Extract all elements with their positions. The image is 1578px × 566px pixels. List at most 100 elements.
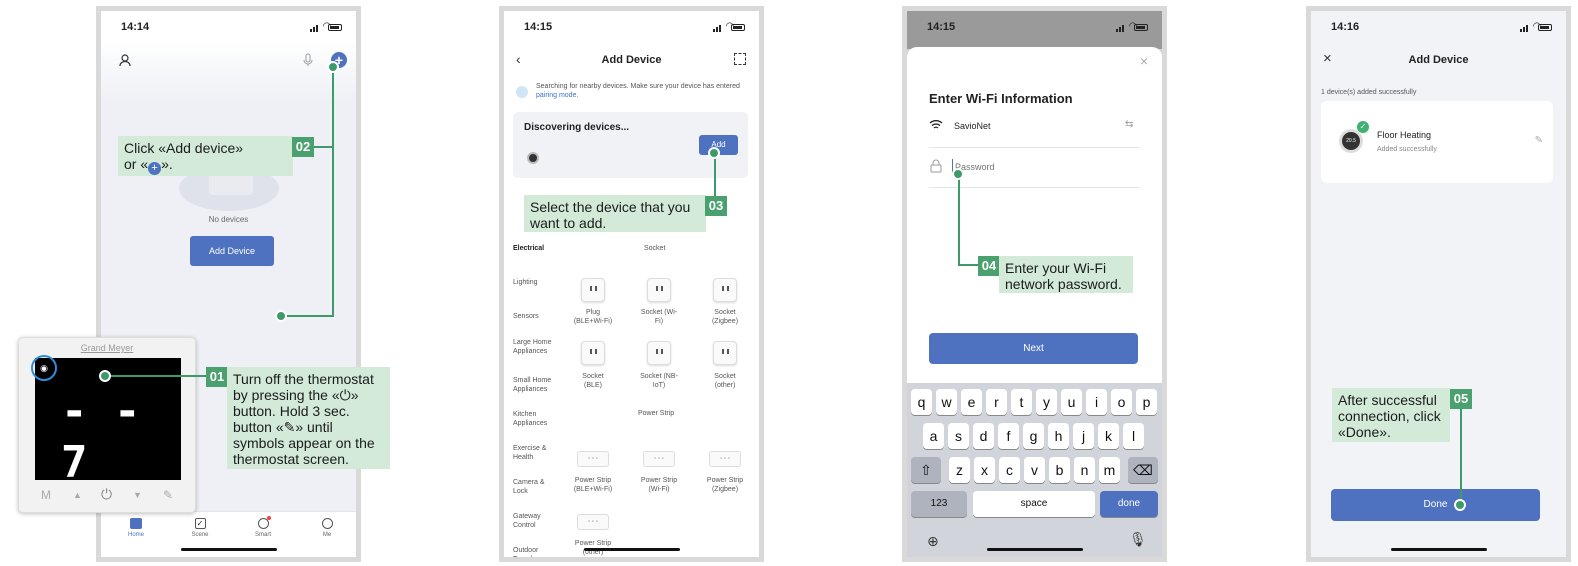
key-n[interactable]: n [1074,457,1095,483]
next-button[interactable]: Next [929,333,1138,364]
key-p[interactable]: p [1136,389,1157,415]
key-k[interactable]: k [1098,423,1119,449]
close-icon[interactable]: × [1140,53,1148,69]
microphone-icon[interactable] [303,53,313,67]
socket-header: Socket [644,245,666,252]
mode-button[interactable]: M [41,488,51,502]
numbers-key[interactable]: 123 [911,491,967,517]
key-q[interactable]: q [911,389,932,415]
key-v[interactable]: v [1024,457,1045,483]
tab-me[interactable]: Me [312,518,342,538]
guide-line [1460,408,1462,506]
tab-scene[interactable]: ✓ Scene [185,518,215,538]
status-time: 14:15 [524,21,553,33]
category-camera[interactable]: Camera & Lock [513,478,555,496]
key-t[interactable]: t [1011,389,1032,415]
edit-button[interactable]: ✎ [163,488,173,502]
key-y[interactable]: y [1036,389,1057,415]
guide-dot [1454,499,1466,511]
device-label: Power Strip (Zigbee) [706,477,744,493]
socket-icon[interactable] [713,341,737,365]
power-strip-icon[interactable]: ▫ ▫ ▫ [577,451,609,467]
key-x[interactable]: x [974,457,995,483]
socket-icon[interactable] [713,278,737,302]
shift-key[interactable]: ⇧ [911,457,941,483]
key-j[interactable]: j [1073,423,1094,449]
socket-icon[interactable] [647,278,671,302]
done-button[interactable]: Done [1331,489,1540,521]
guide-line [282,315,334,317]
key-z[interactable]: z [949,457,970,483]
up-button[interactable]: ▲ [73,490,82,500]
key-b[interactable]: b [1049,457,1070,483]
key-c[interactable]: c [999,457,1020,483]
guide-line [332,67,334,317]
category-lighting[interactable]: Lighting [513,278,538,287]
key-f[interactable]: f [998,423,1019,449]
category-small-home[interactable]: Small Home Appliances [513,376,563,394]
category-sensors[interactable]: Sensors [513,312,539,321]
wifi-indicator-icon: ◉ [31,355,57,381]
power-strip-icon[interactable]: ▫ ▫ ▫ [709,451,741,467]
found-device-icon[interactable] [527,152,539,164]
power-strip-header: Power Strip [638,410,675,417]
category-electrical[interactable]: Electrical [513,244,544,253]
device-label: Socket (Wi-Fi) [640,309,678,325]
power-strip-icon[interactable]: ▫ ▫ ▫ [577,514,609,530]
success-check-icon: ✓ [1357,121,1369,133]
profile-icon[interactable] [118,53,132,67]
password-input[interactable] [952,159,1132,175]
backspace-key[interactable]: ⌫ [1128,457,1158,483]
status-icons: ◠ [310,22,342,32]
status-icons: ◠ [1520,22,1552,32]
globe-icon[interactable]: ⊕ [927,533,939,550]
key-i[interactable]: i [1086,389,1107,415]
home-indicator [1390,548,1487,551]
home-icon [130,518,142,529]
scan-icon[interactable] [734,53,746,65]
plug-icon[interactable] [581,278,605,302]
guide-line [314,146,334,148]
switch-network-icon[interactable]: ⇆ [1125,119,1133,130]
category-large-home[interactable]: Large Home Appliances [513,338,558,356]
category-exercise[interactable]: Exercise & Health [513,444,555,462]
socket-icon[interactable] [581,341,605,365]
key-d[interactable]: d [973,423,994,449]
phone-screen-discover: 14:15 ◠ ‹ Add Device Searching for nearb… [499,6,764,562]
add-device-button[interactable]: Add Device [190,236,274,266]
tab-smart[interactable]: Smart [248,516,278,538]
down-button[interactable]: ▼ [133,490,142,500]
key-l[interactable]: l [1123,423,1144,449]
thermostat-device: Grand Meyer - - 7 ◉ M ▲ ⏻ ▼ ✎ [18,337,196,513]
key-r[interactable]: r [986,389,1007,415]
key-h[interactable]: h [1048,423,1069,449]
category-kitchen[interactable]: Kitchen Appliances [513,410,555,428]
thermostat-thumb-icon: 20.5 [1339,129,1363,153]
dictation-microphone-icon[interactable]: 🎙 [1129,531,1147,548]
category-gateway[interactable]: Gateway Control [513,512,555,530]
keyboard: q w e r t y u i o p a s d f g h j k l ⇧ z x c v b n m ⌫ 123 space done… [907,383,1162,557]
power-button[interactable]: ⏻ [101,486,112,503]
key-o[interactable]: o [1111,389,1132,415]
socket-icon[interactable] [647,341,671,365]
key-w[interactable]: w [936,389,957,415]
edit-icon[interactable]: ✎ [1535,135,1543,146]
key-s[interactable]: s [948,423,969,449]
tab-home[interactable]: Home [121,518,151,538]
key-a[interactable]: a [923,423,944,449]
space-key[interactable]: space [973,491,1095,517]
done-key[interactable]: done [1100,491,1158,517]
status-time: 14:15 [927,21,956,33]
thermostat-digits: - - 7 [61,386,141,488]
status-icons: ◠ [713,22,745,32]
device-card[interactable]: 20.5 ✓ Floor Heating Added successfully … [1321,101,1553,183]
wifi-ssid: SavioNet [954,121,991,131]
category-outdoor[interactable]: Outdoor Travel [513,546,555,557]
home-indicator [180,548,277,551]
key-e[interactable]: e [961,389,982,415]
power-strip-icon[interactable]: ▫ ▫ ▫ [643,451,675,467]
key-m[interactable]: m [1099,457,1120,483]
key-u[interactable]: u [1061,389,1082,415]
pairing-mode-link[interactable]: pairing mode [536,92,576,99]
key-g[interactable]: g [1023,423,1044,449]
